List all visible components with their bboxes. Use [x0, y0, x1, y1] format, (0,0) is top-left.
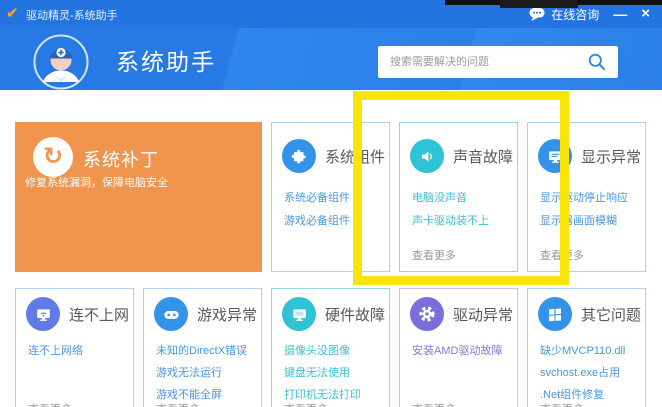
issue-link[interactable]: 显示驱动停止响应: [540, 187, 645, 210]
issue-link[interactable]: 缺少MVCP110.dll: [540, 340, 645, 362]
card-subtitle: 修复系统漏洞，保障电脑安全: [25, 174, 168, 190]
window-title: 驱动精灵-系统助手: [26, 7, 118, 23]
issue-link[interactable]: 安装AMD驱动故障: [412, 340, 517, 362]
patch-icon: ↻: [33, 137, 73, 177]
puzzle-icon: [282, 139, 316, 173]
page-title: 系统助手: [116, 43, 216, 77]
search-input[interactable]: [378, 46, 586, 78]
issue-link[interactable]: 连不上网络: [28, 340, 133, 362]
monitor-icon: [538, 139, 572, 173]
card-driver-abnormal[interactable]: 驱动异常 安装AMD驱动故障 查看更多: [399, 288, 518, 407]
card-sound-fault[interactable]: 声音故障 电脑没声音 声卡驱动装不上 查看更多: [399, 122, 518, 272]
view-more-link[interactable]: 查看更多: [28, 401, 72, 407]
card-title: 连不上网: [69, 304, 129, 325]
card-game-abnormal[interactable]: 游戏异常 未知的DirectX错误 游戏无法运行 游戏不能全屏 玩游戏时有噪音 …: [143, 288, 262, 407]
view-more-link[interactable]: 查看更多: [412, 401, 456, 407]
issue-link[interactable]: 声卡驱动装不上: [412, 210, 517, 233]
app-window: ✔ 驱动精灵-系统助手 在线咨询 — ×: [0, 0, 662, 407]
online-service-button[interactable]: 在线咨询: [529, 6, 599, 23]
search-box[interactable]: [378, 46, 618, 78]
card-title: 声音故障: [453, 146, 513, 167]
issue-link[interactable]: svchost.exe占用: [540, 362, 645, 384]
doctor-avatar-icon: [33, 34, 89, 90]
speaker-icon: [410, 139, 444, 173]
view-more-link[interactable]: 查看更多: [156, 401, 200, 407]
issue-link[interactable]: 系统必备组件: [284, 187, 389, 210]
card-title: 显示异常: [581, 146, 641, 167]
view-more-link[interactable]: 查看更多: [540, 401, 584, 407]
card-other-problems[interactable]: 其它问题 缺少MVCP110.dll svchost.exe占用 .Net组件修…: [527, 288, 646, 407]
card-title: 其它问题: [581, 304, 641, 325]
view-more-link[interactable]: 查看更多: [284, 401, 328, 407]
issue-link[interactable]: 摄像头没图像: [284, 340, 389, 362]
issue-link[interactable]: 游戏无法运行: [156, 362, 261, 384]
gear-icon: [410, 297, 444, 331]
issue-link[interactable]: 游戏必备组件: [284, 210, 389, 233]
titlebar: ✔ 驱动精灵-系统助手 在线咨询 — ×: [0, 0, 662, 28]
card-no-network[interactable]: 连不上网 连不上网络 查看更多: [15, 288, 134, 407]
issue-link[interactable]: 电脑没声音: [412, 187, 517, 210]
hardware-monitor-icon: [282, 297, 316, 331]
card-system-components[interactable]: 系统组件 系统必备组件 游戏必备组件: [271, 122, 390, 272]
card-title: 系统补丁: [83, 146, 159, 172]
online-service-label: 在线咨询: [551, 6, 599, 23]
screen-edge-artifact: [500, 0, 578, 8]
search-icon[interactable]: [587, 52, 607, 72]
card-system-patch[interactable]: ↻ 系统补丁 修复系统漏洞，保障电脑安全: [15, 122, 262, 272]
app-logo-icon: ✔: [6, 5, 19, 23]
card-hardware-fault[interactable]: 硬件故障 摄像头没图像 键盘无法使用 打印机无法打印 查看更多: [271, 288, 390, 407]
card-display-abnormal[interactable]: 显示异常 显示驱动停止响应 显示器画面模糊 查看更多: [527, 122, 646, 272]
card-title: 游戏异常: [197, 304, 257, 325]
gamepad-icon: [154, 297, 188, 331]
view-more-link[interactable]: 查看更多: [540, 247, 584, 263]
windows-icon: [538, 297, 572, 331]
view-more-link[interactable]: 查看更多: [412, 247, 456, 263]
header: 系统助手: [0, 28, 662, 90]
issue-link[interactable]: 显示器画面模糊: [540, 210, 645, 233]
card-title: 硬件故障: [325, 304, 385, 325]
network-monitor-icon: [26, 297, 60, 331]
card-title: 系统组件: [325, 146, 385, 167]
issue-link[interactable]: 键盘无法使用: [284, 362, 389, 384]
issue-link[interactable]: 未知的DirectX错误: [156, 340, 261, 362]
chat-bubble-icon: [529, 7, 546, 22]
card-title: 驱动异常: [453, 304, 513, 325]
